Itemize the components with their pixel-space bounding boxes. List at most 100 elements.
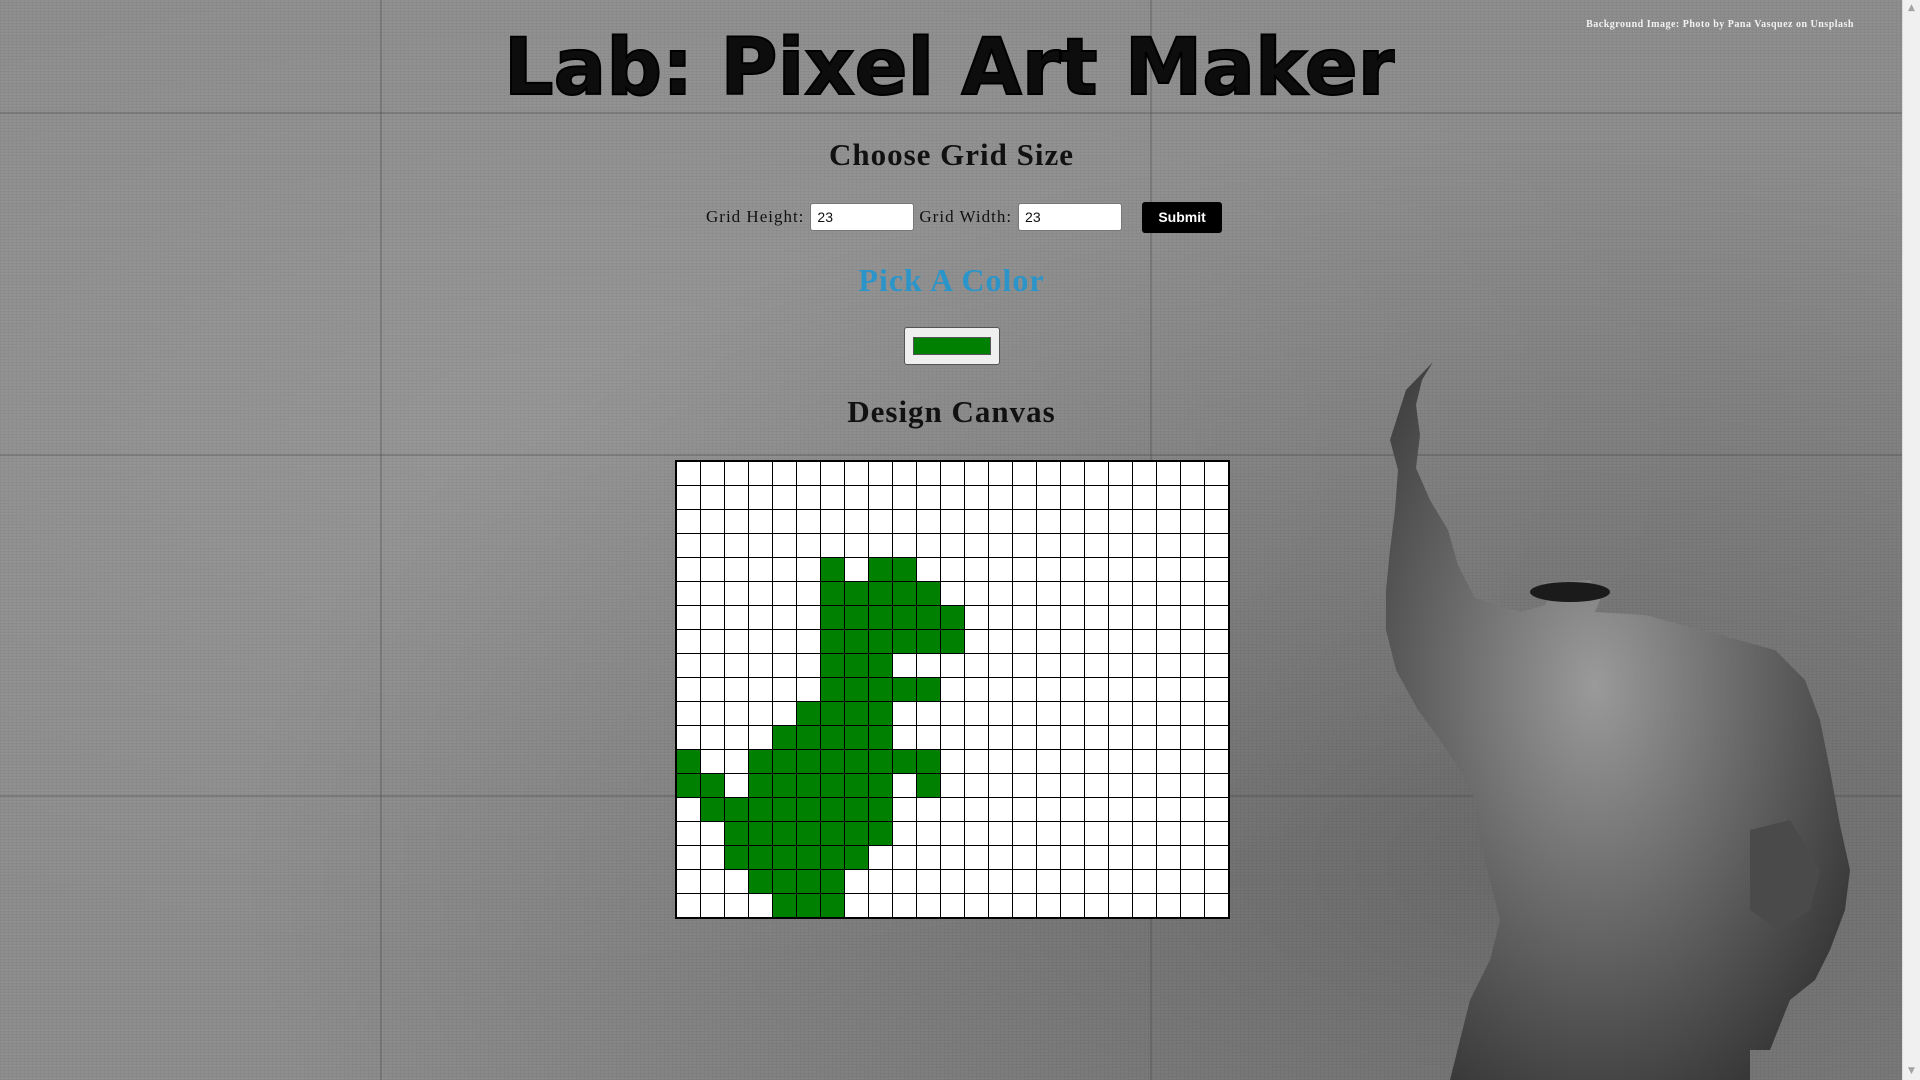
canvas-pixel[interactable] [675, 533, 701, 558]
canvas-pixel[interactable] [796, 845, 821, 870]
canvas-pixel[interactable] [820, 893, 845, 919]
canvas-pixel[interactable] [796, 893, 821, 919]
canvas-pixel[interactable] [1156, 749, 1181, 774]
canvas-pixel[interactable] [1180, 773, 1205, 798]
canvas-pixel[interactable] [868, 581, 893, 606]
canvas-pixel[interactable] [1084, 533, 1109, 558]
canvas-pixel[interactable] [1132, 893, 1157, 919]
canvas-pixel[interactable] [1060, 749, 1085, 774]
canvas-pixel[interactable] [724, 653, 749, 678]
canvas-pixel[interactable] [1060, 581, 1085, 606]
canvas-pixel[interactable] [796, 797, 821, 822]
canvas-pixel[interactable] [1036, 629, 1061, 654]
canvas-pixel[interactable] [748, 725, 773, 750]
canvas-pixel[interactable] [1036, 725, 1061, 750]
canvas-pixel[interactable] [724, 749, 749, 774]
canvas-pixel[interactable] [1036, 869, 1061, 894]
canvas-pixel[interactable] [675, 677, 701, 702]
canvas-pixel[interactable] [700, 701, 725, 726]
canvas-pixel[interactable] [892, 893, 917, 919]
canvas-pixel[interactable] [1204, 845, 1230, 870]
canvas-pixel[interactable] [988, 725, 1013, 750]
canvas-pixel[interactable] [1060, 460, 1085, 486]
canvas-pixel[interactable] [940, 677, 965, 702]
canvas-pixel[interactable] [772, 509, 797, 534]
canvas-pixel[interactable] [1084, 869, 1109, 894]
canvas-pixel[interactable] [1084, 845, 1109, 870]
canvas-pixel[interactable] [892, 485, 917, 510]
canvas-pixel[interactable] [772, 653, 797, 678]
canvas-pixel[interactable] [724, 773, 749, 798]
canvas-pixel[interactable] [964, 701, 989, 726]
canvas-pixel[interactable] [1012, 821, 1037, 846]
canvas-pixel[interactable] [820, 725, 845, 750]
canvas-pixel[interactable] [916, 869, 941, 894]
canvas-pixel[interactable] [892, 845, 917, 870]
canvas-pixel[interactable] [1156, 821, 1181, 846]
canvas-pixel[interactable] [772, 893, 797, 919]
canvas-pixel[interactable] [988, 677, 1013, 702]
canvas-pixel[interactable] [796, 605, 821, 630]
canvas-pixel[interactable] [964, 845, 989, 870]
canvas-pixel[interactable] [1180, 869, 1205, 894]
canvas-pixel[interactable] [1012, 749, 1037, 774]
canvas-pixel[interactable] [700, 821, 725, 846]
canvas-pixel[interactable] [1060, 893, 1085, 919]
canvas-pixel[interactable] [964, 460, 989, 486]
canvas-pixel[interactable] [700, 893, 725, 919]
canvas-pixel[interactable] [1108, 677, 1133, 702]
canvas-pixel[interactable] [748, 605, 773, 630]
canvas-pixel[interactable] [1180, 485, 1205, 510]
canvas-pixel[interactable] [988, 893, 1013, 919]
canvas-pixel[interactable] [772, 701, 797, 726]
canvas-pixel[interactable] [1156, 581, 1181, 606]
canvas-pixel[interactable] [748, 581, 773, 606]
canvas-pixel[interactable] [1180, 725, 1205, 750]
canvas-pixel[interactable] [1132, 509, 1157, 534]
canvas-pixel[interactable] [1012, 485, 1037, 510]
canvas-pixel[interactable] [820, 509, 845, 534]
canvas-pixel[interactable] [820, 869, 845, 894]
canvas-pixel[interactable] [1084, 797, 1109, 822]
canvas-pixel[interactable] [700, 749, 725, 774]
canvas-pixel[interactable] [1156, 557, 1181, 582]
canvas-pixel[interactable] [868, 725, 893, 750]
canvas-pixel[interactable] [675, 509, 701, 534]
canvas-pixel[interactable] [1204, 893, 1230, 919]
canvas-pixel[interactable] [772, 557, 797, 582]
canvas-pixel[interactable] [892, 725, 917, 750]
canvas-pixel[interactable] [724, 509, 749, 534]
canvas-pixel[interactable] [916, 773, 941, 798]
canvas-pixel[interactable] [1108, 460, 1133, 486]
canvas-pixel[interactable] [940, 581, 965, 606]
canvas-pixel[interactable] [940, 773, 965, 798]
canvas-pixel[interactable] [940, 460, 965, 486]
canvas-pixel[interactable] [1060, 845, 1085, 870]
canvas-pixel[interactable] [1108, 869, 1133, 894]
canvas-pixel[interactable] [1060, 629, 1085, 654]
canvas-pixel[interactable] [724, 581, 749, 606]
canvas-pixel[interactable] [940, 533, 965, 558]
canvas-pixel[interactable] [796, 653, 821, 678]
canvas-pixel[interactable] [1012, 653, 1037, 678]
canvas-pixel[interactable] [700, 460, 725, 486]
canvas-pixel[interactable] [1084, 557, 1109, 582]
canvas-pixel[interactable] [964, 629, 989, 654]
canvas-pixel[interactable] [1132, 845, 1157, 870]
canvas-pixel[interactable] [1036, 701, 1061, 726]
canvas-pixel[interactable] [700, 845, 725, 870]
canvas-pixel[interactable] [1108, 485, 1133, 510]
canvas-pixel[interactable] [772, 821, 797, 846]
canvas-pixel[interactable] [675, 557, 701, 582]
canvas-pixel[interactable] [820, 629, 845, 654]
vertical-scrollbar[interactable]: ▲ ▼ [1902, 0, 1920, 1080]
canvas-pixel[interactable] [796, 821, 821, 846]
canvas-pixel[interactable] [1060, 533, 1085, 558]
canvas-pixel[interactable] [892, 797, 917, 822]
canvas-pixel[interactable] [988, 605, 1013, 630]
canvas-pixel[interactable] [1084, 749, 1109, 774]
canvas-pixel[interactable] [1084, 653, 1109, 678]
canvas-pixel[interactable] [916, 557, 941, 582]
canvas-pixel[interactable] [1084, 605, 1109, 630]
canvas-pixel[interactable] [820, 533, 845, 558]
